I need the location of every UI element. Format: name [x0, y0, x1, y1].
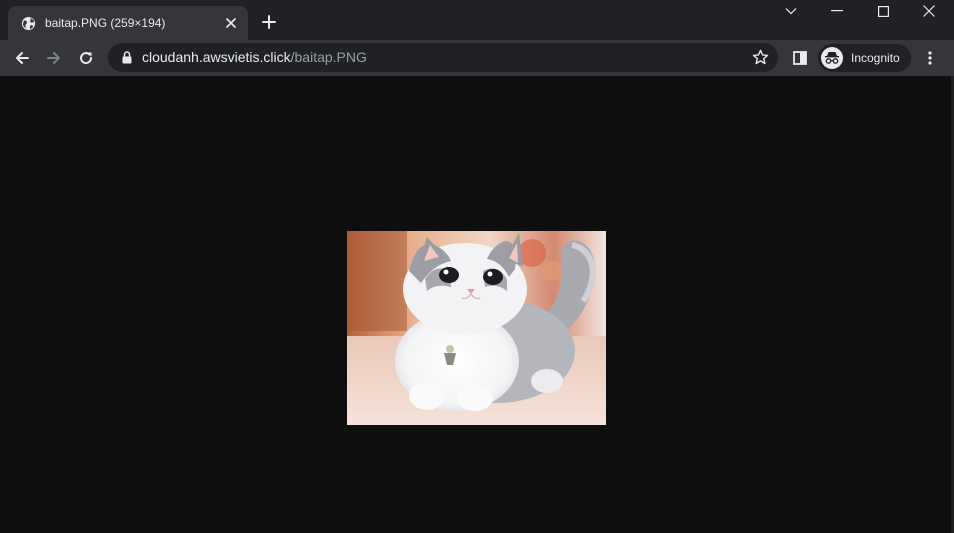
browser-window: baitap.PNG (259×194) cloudanh.awsvietis.… [0, 0, 954, 533]
kitten-image[interactable] [347, 231, 606, 425]
reload-icon [80, 52, 93, 65]
star-icon[interactable] [751, 48, 770, 67]
close-icon [923, 5, 935, 17]
incognito-label: Incognito [851, 51, 900, 65]
incognito-icon [821, 47, 843, 69]
toolbar: cloudanh.awsvietis.click/baitap.PNG Inco… [0, 40, 954, 76]
side-panel-button[interactable] [786, 44, 814, 72]
close-window-button[interactable] [906, 0, 952, 22]
minimize-button[interactable] [814, 0, 860, 22]
kebab-menu-icon [928, 51, 932, 65]
url-host: cloudanh.awsvietis.click [142, 49, 291, 65]
back-button[interactable] [8, 44, 36, 72]
maximize-icon [877, 5, 889, 17]
tab-strip: baitap.PNG (259×194) [0, 0, 954, 40]
plus-icon [262, 15, 276, 29]
minimize-icon [831, 10, 843, 12]
close-icon[interactable] [222, 14, 240, 32]
forward-arrow-icon [47, 52, 60, 64]
globe-icon [21, 16, 36, 31]
back-arrow-icon [16, 52, 29, 64]
incognito-profile-button[interactable]: Incognito [818, 44, 911, 72]
menu-button[interactable] [916, 44, 944, 72]
forward-button[interactable] [40, 44, 68, 72]
url-text[interactable]: cloudanh.awsvietis.click/baitap.PNG [142, 49, 367, 65]
tab-title: baitap.PNG (259×194) [45, 16, 166, 30]
side-panel-icon [793, 51, 807, 65]
tab-baitap[interactable]: baitap.PNG (259×194) [8, 6, 248, 40]
url-path: /baitap.PNG [290, 49, 367, 65]
chevron-down-icon [785, 8, 797, 15]
lock-icon[interactable] [120, 50, 134, 65]
reload-button[interactable] [72, 44, 100, 72]
new-tab-button[interactable] [258, 11, 280, 33]
tab-search-button[interactable] [768, 0, 814, 22]
maximize-button[interactable] [860, 0, 906, 22]
address-bar[interactable]: cloudanh.awsvietis.click/baitap.PNG [108, 43, 778, 72]
